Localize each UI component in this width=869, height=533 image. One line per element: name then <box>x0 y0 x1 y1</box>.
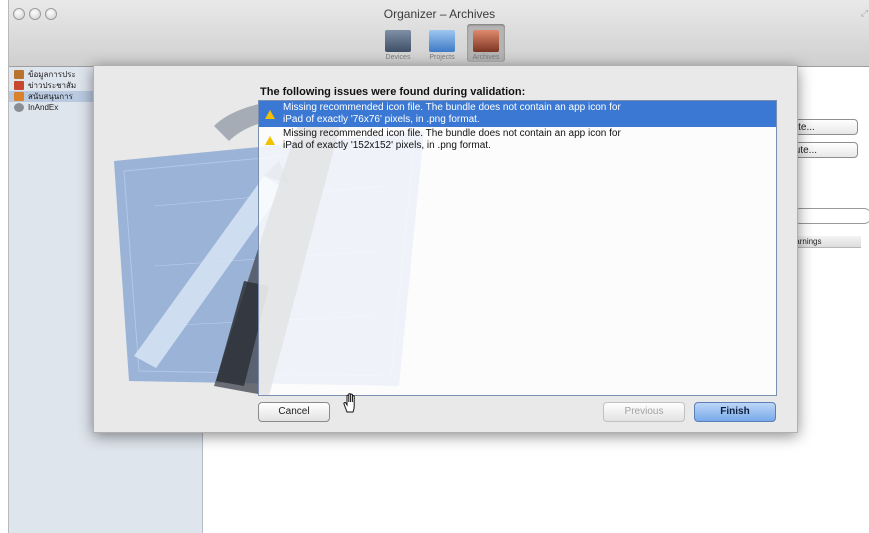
fullscreen-icon[interactable]: ⤢ <box>861 8 868 19</box>
previous-button[interactable]: Previous <box>603 402 685 422</box>
cancel-button[interactable]: Cancel <box>258 402 330 422</box>
hand-cursor-icon <box>343 393 355 413</box>
app-icon <box>14 70 24 79</box>
toolbar-devices[interactable]: Devices <box>379 24 417 62</box>
toolbar-archives[interactable]: Archives <box>467 24 505 62</box>
toolbar-archives-label: Archives <box>472 54 500 61</box>
validation-sheet: The following issues were found during v… <box>93 65 798 433</box>
warning-icon <box>265 136 275 145</box>
sidebar-item-label: ข่าวประชาสัม <box>28 81 77 90</box>
archives-icon <box>473 30 499 52</box>
toolbar-projects-label: Projects <box>429 54 455 61</box>
issue-text-line-2: iPad of exactly '76x76' pixels, in .png … <box>283 114 480 125</box>
sidebar-item-label: ข้อมูลการประ <box>28 70 76 79</box>
search-field[interactable] <box>792 208 869 224</box>
sidebar-item-label: InAndEx <box>28 103 59 112</box>
issue-row[interactable]: Missing recommended icon file. The bundl… <box>259 101 776 127</box>
toolbar: Devices Projects Archives <box>379 24 505 62</box>
title-bar: Organizer – Archives ⤢ Devices Projects … <box>9 0 869 67</box>
issue-text-line-1: Missing recommended icon file. The bundl… <box>283 102 621 113</box>
toolbar-projects[interactable]: Projects <box>423 24 461 62</box>
devices-icon <box>385 30 411 52</box>
issue-text-line-2: iPad of exactly '152x152' pixels, in .pn… <box>283 140 491 151</box>
warning-icon <box>265 110 275 119</box>
issue-text-line-1: Missing recommended icon file. The bundl… <box>283 128 621 139</box>
toolbar-devices-label: Devices <box>385 54 411 61</box>
issues-list[interactable]: Missing recommended icon file. The bundl… <box>258 100 777 396</box>
sheet-heading: The following issues were found during v… <box>260 86 526 98</box>
app-icon <box>14 92 24 101</box>
issue-row[interactable]: Missing recommended icon file. The bundl… <box>259 127 776 153</box>
app-icon <box>14 81 24 90</box>
finish-button[interactable]: Finish <box>694 402 776 422</box>
window-title: Organizer – Archives <box>383 7 496 21</box>
projects-icon <box>429 30 455 52</box>
app-icon <box>14 103 24 112</box>
sidebar-item-label: สนับสนุนการ <box>28 92 73 101</box>
